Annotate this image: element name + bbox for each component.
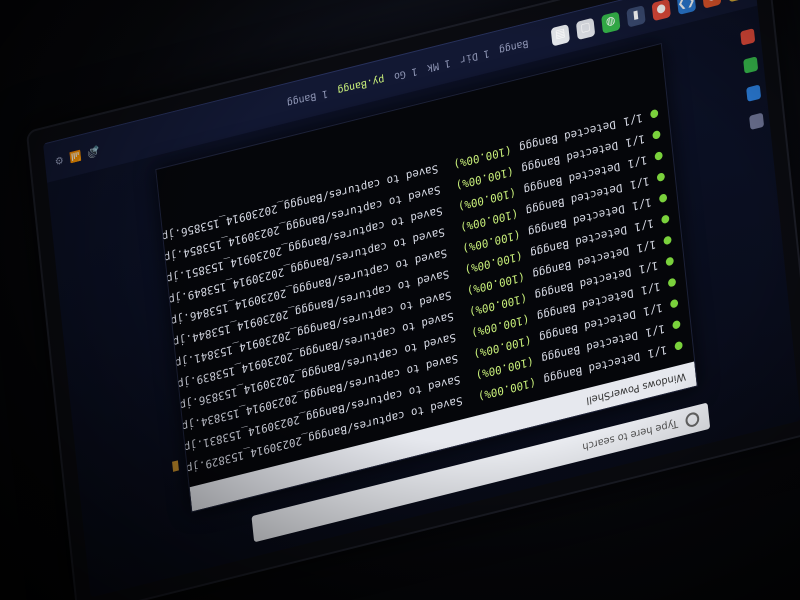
line-prefix: 1/1 — [647, 342, 668, 361]
status-dot-icon — [672, 319, 681, 330]
status-dot-icon — [658, 193, 668, 204]
status-dot-icon — [654, 151, 663, 161]
search-icon — [684, 410, 700, 429]
status-dot-icon — [665, 256, 675, 267]
line-prefix: 1/1 — [642, 300, 664, 319]
search-placeholder: Type here to search — [581, 417, 679, 453]
monitor-screen: ▰ ◉ ❮❯ ●▮◍▢▤ Bangg 1 Dir 1 Mk 1 Go py.Bangg 1 Ba… — [43, 0, 800, 598]
wifi-icon[interactable]: 📶 — [69, 149, 82, 163]
photo-scene: ▰ ◉ ❮❯ ●▮◍▢▤ Bangg 1 Dir 1 Mk 1 Go py.Bangg 1 Ba… — [0, 0, 800, 600]
line-prefix: 1/1 — [624, 131, 646, 150]
word-icon[interactable]: ▤ — [550, 23, 571, 47]
line-prefix: 1/1 — [635, 237, 657, 256]
terminal-title: Windows PowerShell — [585, 370, 687, 407]
mouse-cursor-icon — [172, 460, 179, 472]
system-tray: 🔊 📶 ⚙ — [54, 145, 100, 167]
file-explorer-icon[interactable]: ▰ — [727, 0, 747, 3]
status-dot-icon — [674, 340, 683, 351]
spotify-icon[interactable]: ◍ — [601, 11, 621, 34]
tab-item[interactable]: 1 Dir — [460, 47, 490, 65]
line-prefix: 1/1 — [631, 195, 653, 213]
tab-item[interactable]: py.Bangg — [337, 74, 385, 97]
monitor-bezel: ▰ ◉ ❮❯ ●▮◍▢▤ Bangg 1 Dir 1 Mk 1 Go py.Bangg 1 Ba… — [25, 0, 800, 600]
network-icon[interactable] — [743, 56, 759, 74]
notification-icon[interactable] — [740, 28, 756, 46]
line-prefix: 1/1 — [629, 173, 650, 192]
vscode-icon[interactable]: ❮❯ — [676, 0, 697, 15]
line-prefix: 1/1 — [640, 279, 662, 298]
taskbar-apps: ▰ ◉ ❮❯ ●▮◍▢▤ — [550, 0, 747, 47]
tab-item[interactable]: 1 Bangg — [286, 88, 328, 109]
side-dock — [740, 28, 765, 131]
bluetooth-icon[interactable] — [746, 84, 762, 102]
line-prefix: 1/1 — [638, 258, 659, 277]
status-dot-icon — [649, 108, 659, 119]
status-dot-icon — [656, 172, 666, 183]
line-prefix: 1/1 — [633, 216, 655, 235]
volume-icon[interactable]: 🔊 — [87, 145, 100, 159]
terminal-icon[interactable]: ▮ — [626, 5, 646, 28]
status-dot-icon — [652, 129, 661, 140]
status-dot-icon — [669, 298, 679, 309]
line-prefix: 1/1 — [627, 152, 648, 171]
gear-icon[interactable]: ⚙ — [54, 154, 64, 167]
firefox-icon[interactable]: ◉ — [702, 0, 722, 9]
status-dot-icon — [667, 277, 677, 288]
status-dot-icon — [661, 214, 670, 225]
settings-icon[interactable] — [749, 112, 765, 131]
status-dot-icon — [663, 235, 672, 246]
line-prefix: 1/1 — [622, 110, 644, 129]
line-prefix: 1/1 — [644, 321, 666, 340]
store-icon[interactable]: ▢ — [575, 17, 596, 41]
tab-item[interactable]: 1 Go — [393, 65, 418, 82]
tab-item[interactable]: 1 Mk — [427, 57, 452, 74]
tab-item[interactable]: Bangg — [499, 38, 529, 56]
chrome-icon[interactable]: ● — [651, 0, 671, 22]
